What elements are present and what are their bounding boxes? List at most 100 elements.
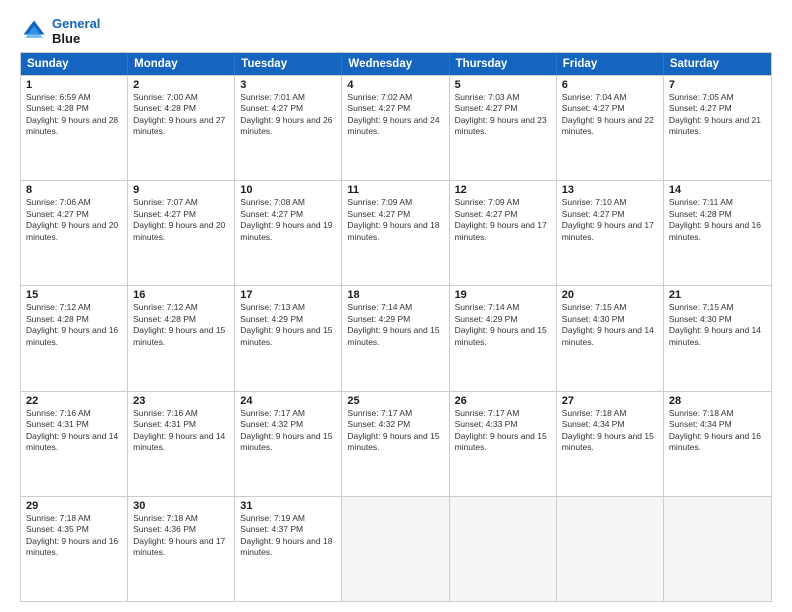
day-number: 20 xyxy=(562,289,658,301)
day-number: 7 xyxy=(669,79,766,91)
cal-cell xyxy=(664,497,771,601)
day-number: 10 xyxy=(240,184,336,196)
cal-cell: 22Sunrise: 7:16 AMSunset: 4:31 PMDayligh… xyxy=(21,392,128,496)
cal-cell: 24Sunrise: 7:17 AMSunset: 4:32 PMDayligh… xyxy=(235,392,342,496)
cal-cell: 19Sunrise: 7:14 AMSunset: 4:29 PMDayligh… xyxy=(450,286,557,390)
cal-cell: 25Sunrise: 7:17 AMSunset: 4:32 PMDayligh… xyxy=(342,392,449,496)
cell-info: Sunrise: 7:12 AMSunset: 4:28 PMDaylight:… xyxy=(26,302,118,346)
day-number: 13 xyxy=(562,184,658,196)
cal-cell: 18Sunrise: 7:14 AMSunset: 4:29 PMDayligh… xyxy=(342,286,449,390)
cell-info: Sunrise: 7:16 AMSunset: 4:31 PMDaylight:… xyxy=(26,408,118,452)
cal-cell: 3Sunrise: 7:01 AMSunset: 4:27 PMDaylight… xyxy=(235,76,342,180)
cell-info: Sunrise: 7:18 AMSunset: 4:34 PMDaylight:… xyxy=(562,408,654,452)
calendar-body: 1Sunrise: 6:59 AMSunset: 4:28 PMDaylight… xyxy=(21,75,771,601)
day-number: 1 xyxy=(26,79,122,91)
day-number: 8 xyxy=(26,184,122,196)
cal-cell: 12Sunrise: 7:09 AMSunset: 4:27 PMDayligh… xyxy=(450,181,557,285)
day-number: 3 xyxy=(240,79,336,91)
day-number: 15 xyxy=(26,289,122,301)
day-number: 18 xyxy=(347,289,443,301)
day-number: 30 xyxy=(133,500,229,512)
cell-info: Sunrise: 7:18 AMSunset: 4:36 PMDaylight:… xyxy=(133,513,225,557)
cal-cell: 6Sunrise: 7:04 AMSunset: 4:27 PMDaylight… xyxy=(557,76,664,180)
cal-cell: 7Sunrise: 7:05 AMSunset: 4:27 PMDaylight… xyxy=(664,76,771,180)
cell-info: Sunrise: 7:17 AMSunset: 4:33 PMDaylight:… xyxy=(455,408,547,452)
cell-info: Sunrise: 7:03 AMSunset: 4:27 PMDaylight:… xyxy=(455,92,547,136)
logo: General Blue xyxy=(20,16,100,46)
header: General Blue xyxy=(20,16,772,46)
cell-info: Sunrise: 7:05 AMSunset: 4:27 PMDaylight:… xyxy=(669,92,761,136)
cal-cell xyxy=(557,497,664,601)
cell-info: Sunrise: 6:59 AMSunset: 4:28 PMDaylight:… xyxy=(26,92,118,136)
cell-info: Sunrise: 7:14 AMSunset: 4:29 PMDaylight:… xyxy=(455,302,547,346)
cell-info: Sunrise: 7:11 AMSunset: 4:28 PMDaylight:… xyxy=(669,197,761,241)
header-day-sunday: Sunday xyxy=(21,53,128,75)
header-day-tuesday: Tuesday xyxy=(235,53,342,75)
day-number: 12 xyxy=(455,184,551,196)
day-number: 26 xyxy=(455,395,551,407)
cell-info: Sunrise: 7:02 AMSunset: 4:27 PMDaylight:… xyxy=(347,92,439,136)
cal-cell: 5Sunrise: 7:03 AMSunset: 4:27 PMDaylight… xyxy=(450,76,557,180)
cal-cell: 2Sunrise: 7:00 AMSunset: 4:28 PMDaylight… xyxy=(128,76,235,180)
header-day-saturday: Saturday xyxy=(664,53,771,75)
day-number: 25 xyxy=(347,395,443,407)
cell-info: Sunrise: 7:15 AMSunset: 4:30 PMDaylight:… xyxy=(669,302,761,346)
header-day-wednesday: Wednesday xyxy=(342,53,449,75)
header-day-thursday: Thursday xyxy=(450,53,557,75)
cell-info: Sunrise: 7:06 AMSunset: 4:27 PMDaylight:… xyxy=(26,197,118,241)
week-row-4: 22Sunrise: 7:16 AMSunset: 4:31 PMDayligh… xyxy=(21,391,771,496)
day-number: 17 xyxy=(240,289,336,301)
week-row-1: 1Sunrise: 6:59 AMSunset: 4:28 PMDaylight… xyxy=(21,75,771,180)
logo-icon xyxy=(20,17,48,45)
day-number: 11 xyxy=(347,184,443,196)
day-number: 9 xyxy=(133,184,229,196)
cal-cell: 28Sunrise: 7:18 AMSunset: 4:34 PMDayligh… xyxy=(664,392,771,496)
cal-cell: 4Sunrise: 7:02 AMSunset: 4:27 PMDaylight… xyxy=(342,76,449,180)
logo-text: General Blue xyxy=(52,16,100,46)
cal-cell: 11Sunrise: 7:09 AMSunset: 4:27 PMDayligh… xyxy=(342,181,449,285)
cal-cell: 10Sunrise: 7:08 AMSunset: 4:27 PMDayligh… xyxy=(235,181,342,285)
cal-cell: 29Sunrise: 7:18 AMSunset: 4:35 PMDayligh… xyxy=(21,497,128,601)
cell-info: Sunrise: 7:19 AMSunset: 4:37 PMDaylight:… xyxy=(240,513,332,557)
day-number: 31 xyxy=(240,500,336,512)
cal-cell: 8Sunrise: 7:06 AMSunset: 4:27 PMDaylight… xyxy=(21,181,128,285)
week-row-2: 8Sunrise: 7:06 AMSunset: 4:27 PMDaylight… xyxy=(21,180,771,285)
cal-cell: 23Sunrise: 7:16 AMSunset: 4:31 PMDayligh… xyxy=(128,392,235,496)
cell-info: Sunrise: 7:14 AMSunset: 4:29 PMDaylight:… xyxy=(347,302,439,346)
cal-cell xyxy=(342,497,449,601)
cell-info: Sunrise: 7:13 AMSunset: 4:29 PMDaylight:… xyxy=(240,302,332,346)
day-number: 16 xyxy=(133,289,229,301)
calendar: SundayMondayTuesdayWednesdayThursdayFrid… xyxy=(20,52,772,602)
cell-info: Sunrise: 7:15 AMSunset: 4:30 PMDaylight:… xyxy=(562,302,654,346)
day-number: 23 xyxy=(133,395,229,407)
cell-info: Sunrise: 7:01 AMSunset: 4:27 PMDaylight:… xyxy=(240,92,332,136)
day-number: 4 xyxy=(347,79,443,91)
cell-info: Sunrise: 7:16 AMSunset: 4:31 PMDaylight:… xyxy=(133,408,225,452)
cal-cell: 20Sunrise: 7:15 AMSunset: 4:30 PMDayligh… xyxy=(557,286,664,390)
calendar-page: General Blue SundayMondayTuesdayWednesda… xyxy=(0,0,792,612)
day-number: 19 xyxy=(455,289,551,301)
cell-info: Sunrise: 7:18 AMSunset: 4:34 PMDaylight:… xyxy=(669,408,761,452)
cell-info: Sunrise: 7:00 AMSunset: 4:28 PMDaylight:… xyxy=(133,92,225,136)
day-number: 28 xyxy=(669,395,766,407)
cal-cell: 17Sunrise: 7:13 AMSunset: 4:29 PMDayligh… xyxy=(235,286,342,390)
day-number: 2 xyxy=(133,79,229,91)
day-number: 6 xyxy=(562,79,658,91)
cell-info: Sunrise: 7:10 AMSunset: 4:27 PMDaylight:… xyxy=(562,197,654,241)
day-number: 29 xyxy=(26,500,122,512)
cell-info: Sunrise: 7:09 AMSunset: 4:27 PMDaylight:… xyxy=(455,197,547,241)
cal-cell: 15Sunrise: 7:12 AMSunset: 4:28 PMDayligh… xyxy=(21,286,128,390)
cal-cell: 27Sunrise: 7:18 AMSunset: 4:34 PMDayligh… xyxy=(557,392,664,496)
week-row-5: 29Sunrise: 7:18 AMSunset: 4:35 PMDayligh… xyxy=(21,496,771,601)
cal-cell: 16Sunrise: 7:12 AMSunset: 4:28 PMDayligh… xyxy=(128,286,235,390)
cal-cell: 21Sunrise: 7:15 AMSunset: 4:30 PMDayligh… xyxy=(664,286,771,390)
cal-cell: 1Sunrise: 6:59 AMSunset: 4:28 PMDaylight… xyxy=(21,76,128,180)
cal-cell: 13Sunrise: 7:10 AMSunset: 4:27 PMDayligh… xyxy=(557,181,664,285)
cell-info: Sunrise: 7:18 AMSunset: 4:35 PMDaylight:… xyxy=(26,513,118,557)
cell-info: Sunrise: 7:04 AMSunset: 4:27 PMDaylight:… xyxy=(562,92,654,136)
day-number: 14 xyxy=(669,184,766,196)
cell-info: Sunrise: 7:17 AMSunset: 4:32 PMDaylight:… xyxy=(347,408,439,452)
header-day-monday: Monday xyxy=(128,53,235,75)
calendar-header: SundayMondayTuesdayWednesdayThursdayFrid… xyxy=(21,53,771,75)
cal-cell: 9Sunrise: 7:07 AMSunset: 4:27 PMDaylight… xyxy=(128,181,235,285)
